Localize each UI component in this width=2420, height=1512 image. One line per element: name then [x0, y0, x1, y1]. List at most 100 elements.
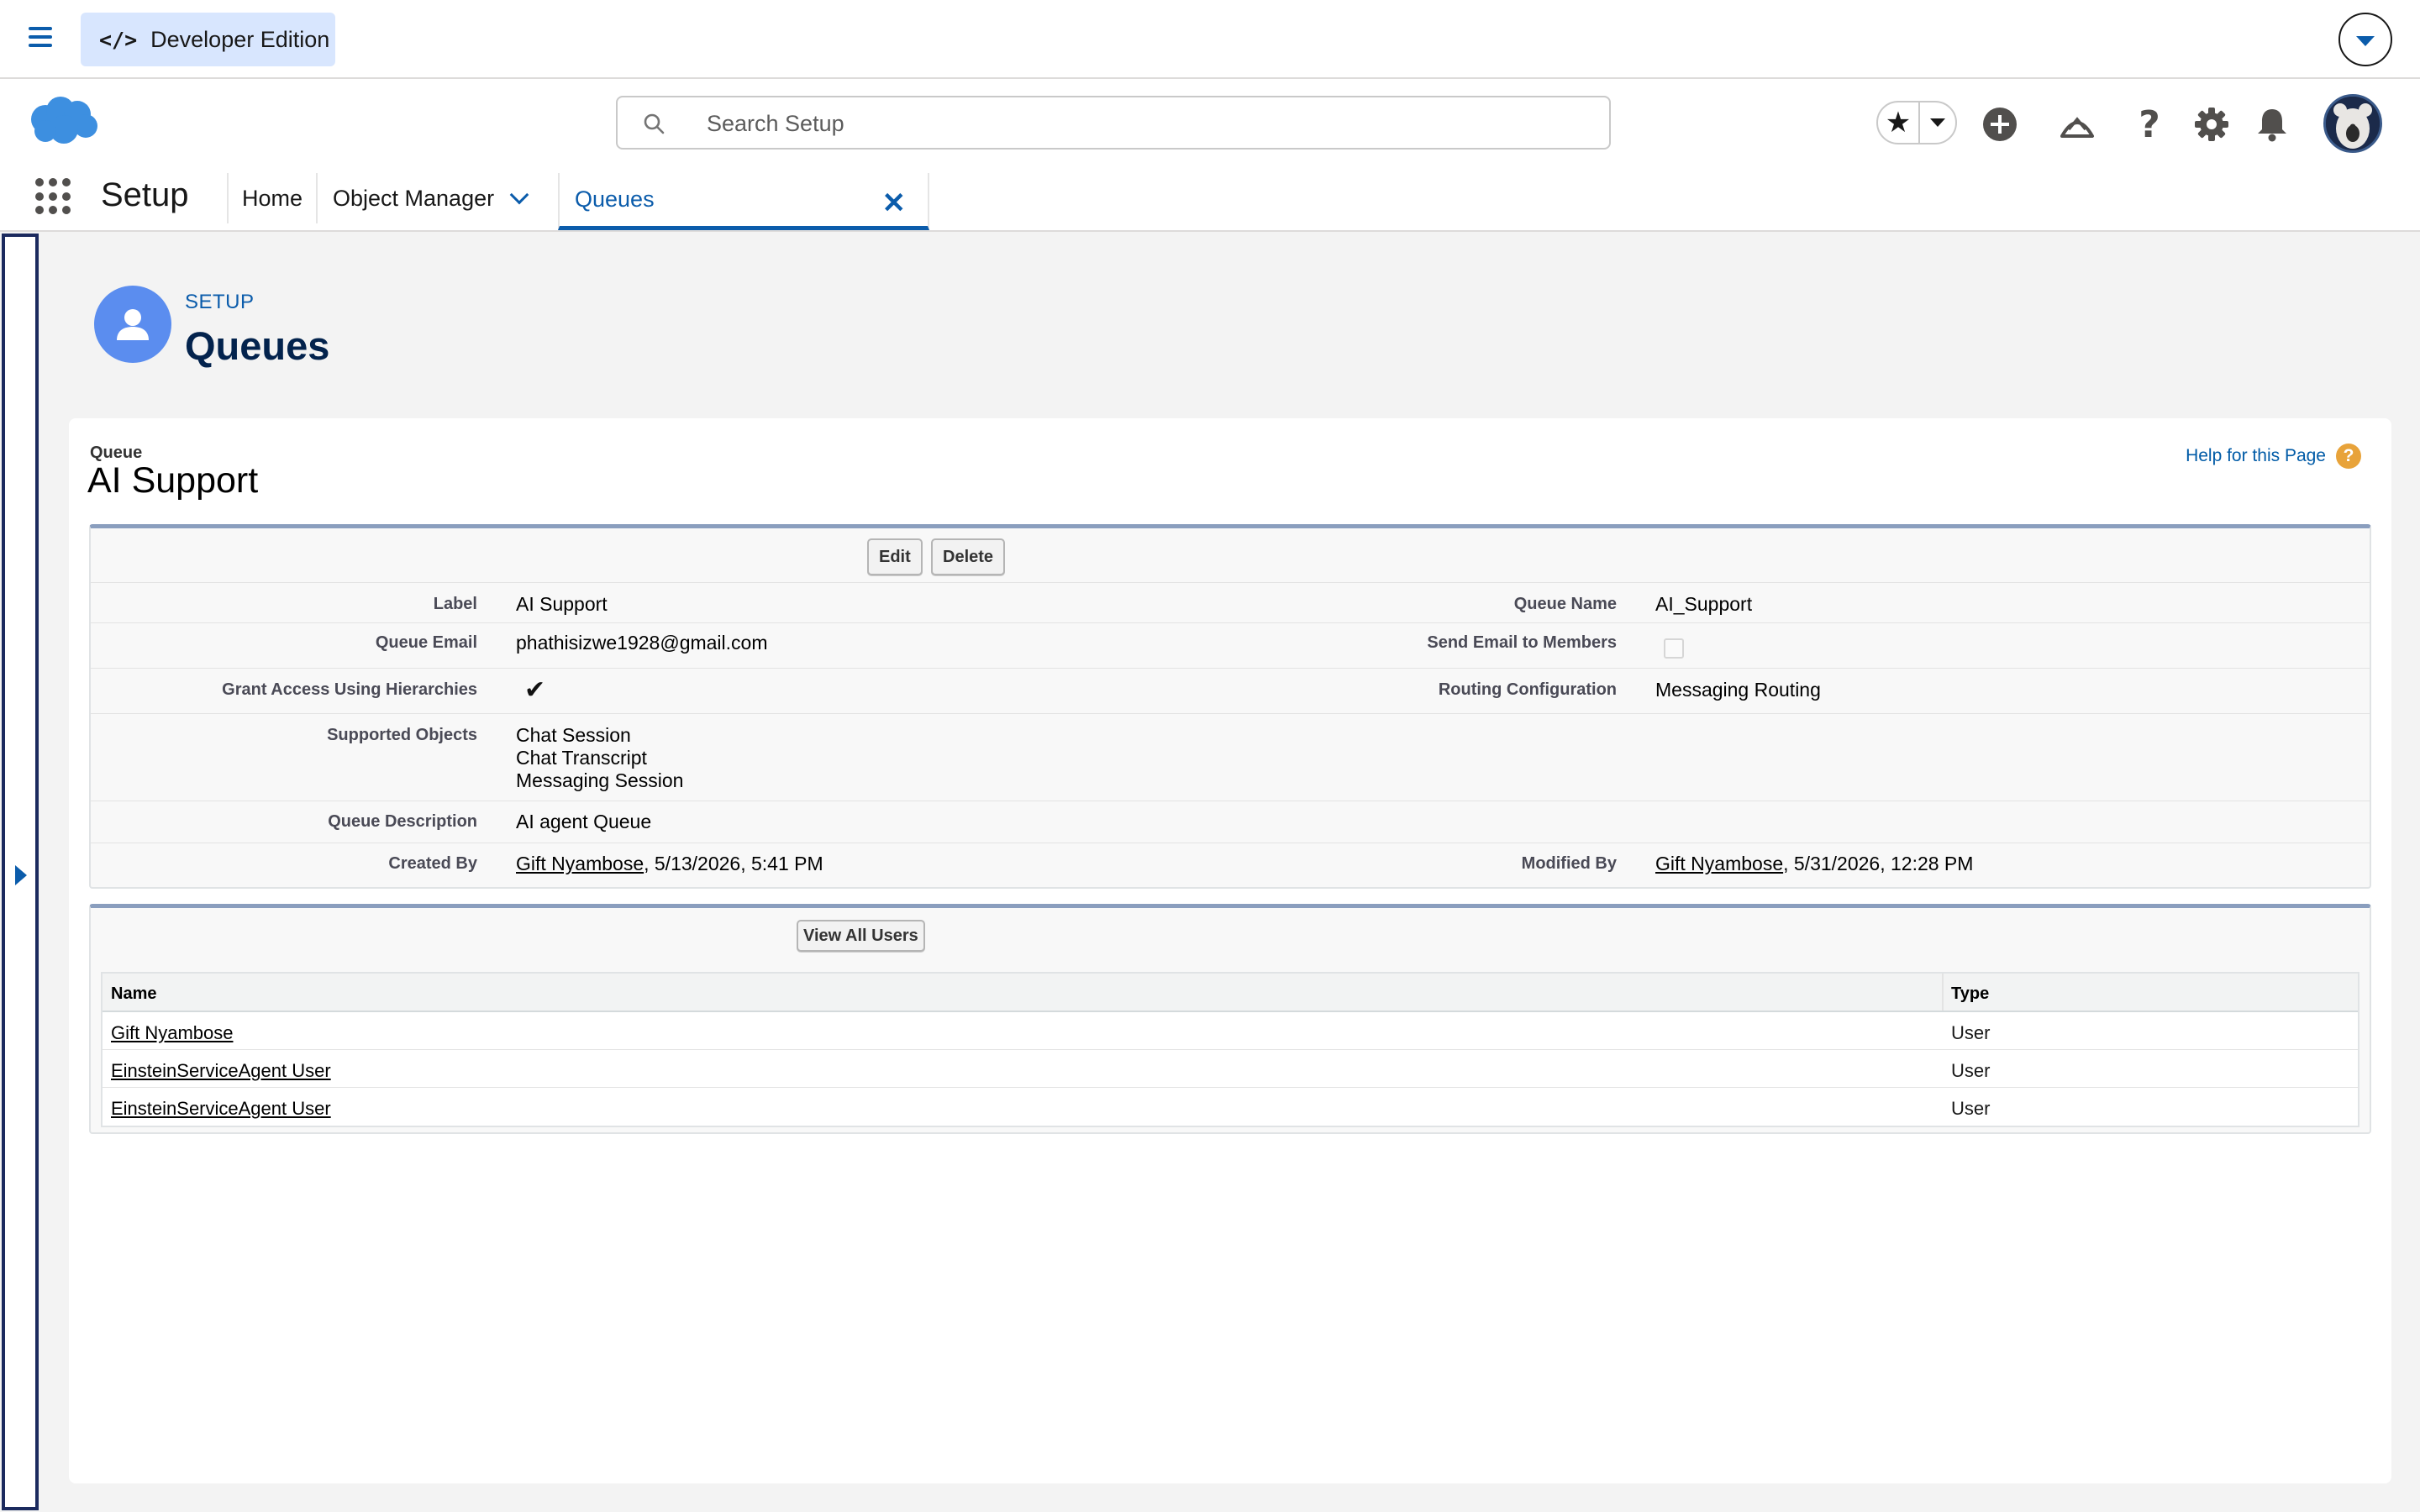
expand-arrow-icon[interactable]	[15, 865, 27, 885]
global-header: ★ ?	[0, 79, 2420, 165]
queues-header-icon	[94, 286, 171, 363]
page-eyebrow: SETUP	[185, 291, 255, 313]
created-by-user-link[interactable]: Gift Nyambose	[516, 853, 644, 874]
detail-row-email: Queue Email phathisizwe1928@gmail.com Se…	[91, 622, 2370, 668]
edit-button[interactable]: Edit	[867, 538, 923, 575]
setup-gear-button[interactable]	[2191, 104, 2232, 144]
salesforce-logo[interactable]	[27, 94, 99, 146]
member-name-link[interactable]: EinsteinServiceAgent User	[111, 1060, 331, 1082]
member-type: User	[1951, 1022, 1991, 1043]
search-input[interactable]	[705, 109, 1545, 138]
trailhead-icon	[2060, 117, 2094, 138]
tab-queues[interactable]: Queues ✕	[558, 173, 929, 230]
label-field-value: AI Support	[516, 593, 608, 615]
left-docked-panel[interactable]	[2, 234, 39, 1510]
label-field-label: Label	[433, 595, 477, 613]
chevron-down-icon	[1930, 118, 1945, 127]
queue-name-field-value: AI_Support	[1655, 593, 1753, 615]
chevron-down-icon	[2356, 36, 2375, 46]
table-row: EinsteinServiceAgent User User	[103, 1050, 2358, 1088]
developer-edition-badge[interactable]: </> Developer Edition	[81, 13, 335, 66]
search-bar[interactable]	[616, 96, 1611, 150]
detail-row-description: Queue Description AI agent Queue	[91, 801, 2370, 843]
search-icon	[644, 113, 665, 134]
queue-members-section: View All Users Name Type Gift Nyambose U…	[89, 904, 2371, 1134]
menu-icon[interactable]	[29, 27, 52, 49]
queue-name-field-label: Queue Name	[1513, 595, 1617, 613]
routing-config-field-label: Routing Configuration	[1438, 680, 1617, 699]
bell-icon	[2258, 109, 2286, 142]
members-table-header: Name Type	[103, 974, 2358, 1012]
favorites-dropdown[interactable]	[1920, 102, 1955, 143]
queue-email-field-label: Queue Email	[375, 633, 477, 652]
modified-by-field-label: Modified By	[1521, 854, 1617, 873]
gear-icon	[2195, 108, 2228, 141]
supported-object-item: Chat Transcript	[516, 747, 647, 769]
table-row: Gift Nyambose User	[103, 1012, 2358, 1050]
notifications-button[interactable]	[2252, 104, 2292, 144]
app-navigation-bar: Setup Home Object Manager Queues ✕	[0, 165, 2420, 232]
column-divider	[1942, 974, 1944, 1011]
help-icon[interactable]: ?	[2336, 444, 2361, 469]
members-table: Name Type Gift Nyambose User EinsteinSer…	[101, 972, 2360, 1127]
banner-dropdown-button[interactable]	[2338, 13, 2392, 66]
checkmark-icon: ✔	[524, 675, 546, 705]
help-for-this-page-link[interactable]: Help for this Page ?	[2186, 444, 2361, 469]
detail-row-hierarchies: Grant Access Using Hierarchies ✔ Routing…	[91, 668, 2370, 713]
nav-item-home[interactable]: Home	[227, 173, 316, 223]
top-banner: </> Developer Edition	[0, 0, 2420, 79]
created-by-field-value: Gift Nyambose, 5/13/2026, 5:41 PM	[516, 853, 823, 875]
star-icon[interactable]: ★	[1878, 102, 1920, 143]
modified-by-date: , 5/31/2026, 12:28 PM	[1783, 853, 1974, 874]
member-name-link[interactable]: EinsteinServiceAgent User	[111, 1098, 331, 1120]
member-name-link[interactable]: Gift Nyambose	[111, 1022, 234, 1044]
view-all-users-button[interactable]: View All Users	[797, 920, 925, 952]
help-link-label: Help for this Page	[2186, 446, 2326, 465]
developer-edition-label: Developer Edition	[150, 26, 330, 52]
close-icon[interactable]: ✕	[882, 186, 907, 220]
supported-objects-field-label: Supported Objects	[327, 726, 477, 744]
modified-by-user-link[interactable]: Gift Nyambose	[1655, 853, 1783, 874]
favorites-control[interactable]: ★	[1876, 101, 1957, 144]
user-icon	[117, 309, 149, 340]
user-avatar[interactable]	[2323, 94, 2382, 153]
question-icon: ?	[2139, 102, 2160, 146]
detail-row-label: Label AI Support Queue Name AI_Support	[91, 582, 2370, 622]
created-by-field-label: Created By	[388, 854, 477, 873]
detail-row-supported-objects: Supported Objects Chat Session Chat Tran…	[91, 713, 2370, 801]
chevron-down-icon[interactable]	[509, 185, 529, 205]
add-icon	[1983, 108, 2017, 141]
nav-item-object-manager[interactable]: Object Manager	[316, 173, 558, 223]
tab-queues-label: Queues	[575, 186, 655, 212]
app-launcher-icon[interactable]	[35, 178, 72, 215]
delete-button[interactable]: Delete	[931, 538, 1006, 575]
help-button[interactable]: ?	[2129, 102, 2170, 146]
supported-object-item: Messaging Session	[516, 769, 684, 791]
detail-button-row: Edit Delete	[91, 528, 2370, 582]
send-email-field-label: Send Email to Members	[1427, 633, 1617, 652]
table-row: EinsteinServiceAgent User User	[103, 1088, 2358, 1126]
page-title: Queues	[185, 323, 330, 368]
trailhead-button[interactable]	[2057, 104, 2097, 144]
queue-detail-section: Edit Delete Label AI Support Queue Name …	[89, 524, 2371, 889]
queue-email-field-value: phathisizwe1928@gmail.com	[516, 632, 768, 654]
app-name: Setup	[101, 176, 189, 213]
created-by-date: , 5/13/2026, 5:41 PM	[644, 853, 823, 874]
supported-object-item: Chat Session	[516, 724, 631, 746]
members-button-row: View All Users	[91, 908, 2370, 962]
record-title: AI Support	[87, 460, 259, 501]
queue-description-field-label: Queue Description	[328, 812, 477, 831]
grant-access-field-label: Grant Access Using Hierarchies	[222, 680, 477, 699]
column-header-type: Type	[1951, 984, 1990, 1003]
supported-objects-list: Chat Session Chat Transcript Messaging S…	[516, 724, 683, 792]
column-header-name: Name	[111, 984, 157, 1003]
nav-item-object-manager-label: Object Manager	[333, 185, 495, 211]
code-icon: </>	[99, 27, 138, 52]
queue-description-field-value: AI agent Queue	[516, 811, 652, 832]
send-email-checkbox	[1664, 638, 1684, 659]
member-type: User	[1951, 1060, 1991, 1081]
member-type: User	[1951, 1098, 1991, 1119]
avatar-icon	[2326, 97, 2380, 150]
queue-detail-card: Queue AI Support Help for this Page ? Ed…	[69, 418, 2391, 1483]
global-actions-button[interactable]	[1980, 104, 2020, 144]
